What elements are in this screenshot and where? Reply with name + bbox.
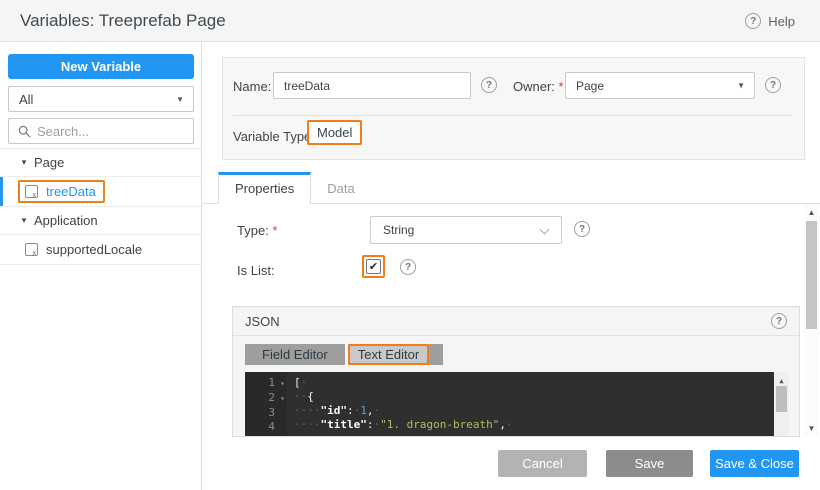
variable-filter-select[interactable]: All ▼ (8, 86, 194, 112)
is-list-checkbox[interactable]: ✔ (366, 259, 381, 274)
tree-item-label: supportedLocale (46, 242, 142, 257)
type-help-icon[interactable]: ? (574, 221, 590, 237)
tree-group-label: Page (34, 155, 64, 170)
model-variable-icon: x (25, 185, 38, 198)
save-and-close-button[interactable]: Save & Close (710, 450, 799, 477)
variable-search[interactable] (8, 118, 194, 144)
tree-item-supportedlocale[interactable]: x supportedLocale (0, 235, 201, 265)
name-help-icon[interactable]: ? (481, 77, 497, 93)
owner-label: Owner: * (513, 79, 564, 94)
json-panel: JSON ? Field Editor Text Editor 1▾2▾34 [… (232, 306, 800, 437)
gutter-line: 3 (245, 406, 287, 420)
content-scrollbar: ▲ ▼ (804, 205, 819, 436)
editor-scrollbar: ▲ (774, 372, 789, 437)
scroll-up-icon[interactable]: ▲ (804, 208, 819, 217)
new-variable-button[interactable]: New Variable (8, 54, 194, 79)
variables-tree: ▾ Page x treeData ▾ Application x suppor… (0, 148, 201, 265)
code-line: ··{ (294, 390, 774, 404)
tab-data[interactable]: Data (311, 175, 370, 203)
properties-tab-content: Type: * String ? Is List: ✔ ? JSON ? Fie… (202, 204, 803, 437)
editor-mode-toggle: Field Editor Text Editor (245, 344, 443, 365)
dialog-header: Variables: Treeprefab Page ? Help (0, 0, 820, 42)
collapse-triangle-icon: ▾ (14, 215, 34, 226)
json-help-icon[interactable]: ? (771, 313, 787, 329)
tree-group-application[interactable]: ▾ Application (0, 207, 201, 235)
owner-value: Page (566, 79, 737, 93)
variable-summary-panel: Name: * ? Owner: * Page ▼ ? Variable Typ… (222, 57, 805, 160)
tree-item-label: treeData (46, 184, 96, 199)
required-marker: * (559, 79, 564, 94)
help-label: Help (768, 14, 795, 29)
model-variable-icon: x (25, 243, 38, 256)
highlight-box-is-list: ✔ (362, 255, 385, 278)
divider (233, 115, 792, 116)
caret-down-icon: ▼ (176, 95, 193, 104)
field-editor-toggle[interactable]: Field Editor (245, 344, 345, 365)
code-line: [· (294, 376, 774, 390)
gutter-line: 2▾ (245, 391, 287, 406)
editor-scrollbar-thumb[interactable] (776, 386, 787, 412)
search-icon (18, 125, 31, 138)
fold-icon[interactable]: ▾ (275, 377, 285, 391)
variable-type-label: Variable Type: (233, 129, 315, 144)
variables-sidebar: New Variable All ▼ ▾ Page x treeData (0, 42, 202, 490)
page-title: Variables: Treeprefab Page (20, 0, 226, 42)
highlight-box-treedata: x treeData (18, 180, 105, 203)
required-marker: * (272, 223, 277, 238)
json-panel-header: JSON ? (233, 307, 799, 336)
type-select[interactable]: String (370, 216, 562, 244)
code-line: ····"title":·"1. dragon-breath",· (294, 418, 774, 432)
name-field[interactable] (273, 72, 471, 99)
search-input[interactable] (37, 124, 193, 139)
tree-item-content: x supportedLocale (25, 242, 142, 257)
is-list-help-icon[interactable]: ? (400, 259, 416, 275)
editor-code[interactable]: [···{····"id":·1,·····"title":·"1. drago… (287, 372, 774, 437)
json-title: JSON (245, 307, 280, 336)
caret-down-icon: ▼ (737, 81, 754, 90)
cancel-button[interactable]: Cancel (498, 450, 587, 477)
is-list-label: Is List: (237, 263, 275, 278)
content-scrollbar-thumb[interactable] (806, 221, 817, 329)
code-line: ····"id":·1,· (294, 404, 774, 418)
text-editor-toggle[interactable]: Text Editor (348, 344, 429, 365)
help-button[interactable]: ? Help (745, 0, 795, 42)
fold-icon[interactable]: ▾ (275, 392, 285, 406)
variables-dialog: Variables: Treeprefab Page ? Help New Va… (0, 0, 820, 490)
save-button[interactable]: Save (606, 450, 693, 477)
collapse-triangle-icon: ▾ (14, 157, 34, 168)
help-icon: ? (745, 13, 761, 29)
tree-item-treedata[interactable]: x treeData (0, 177, 201, 207)
editor-gutter: 1▾2▾34 (245, 372, 287, 437)
json-code-editor[interactable]: 1▾2▾34 [···{····"id":·1,·····"title":·"1… (245, 372, 789, 437)
gutter-line: 4 (245, 420, 287, 434)
tree-group-label: Application (34, 213, 98, 228)
tab-bar: Properties Data (202, 172, 820, 204)
type-value: String (383, 223, 414, 237)
type-label: Type: * (237, 223, 277, 238)
tree-group-page[interactable]: ▾ Page (0, 149, 201, 177)
variable-filter-value: All (9, 92, 176, 107)
scroll-down-icon[interactable]: ▼ (804, 424, 819, 433)
variable-type-value-highlighted: Model (307, 120, 362, 145)
toggle-tail (429, 344, 443, 365)
selected-indicator-bar (0, 177, 3, 206)
owner-select[interactable]: Page ▼ (565, 72, 755, 99)
gutter-line: 1▾ (245, 376, 287, 391)
owner-help-icon[interactable]: ? (765, 77, 781, 93)
chevron-down-icon (540, 225, 550, 235)
tab-properties[interactable]: Properties (218, 172, 311, 204)
